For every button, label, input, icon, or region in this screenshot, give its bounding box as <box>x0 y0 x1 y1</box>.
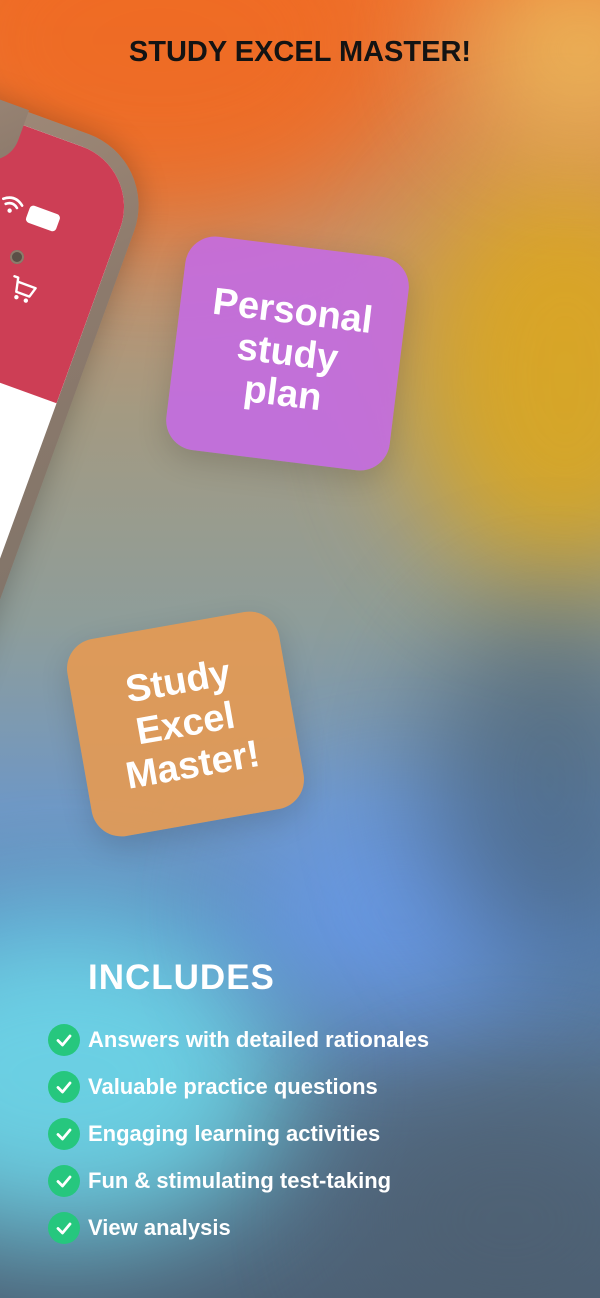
list-item: Fun & stimulating test-taking <box>48 1157 588 1204</box>
feature-text: Fun & stimulating test-taking <box>88 1167 392 1193</box>
check-icon <box>48 1023 80 1056</box>
camera-dot <box>10 250 24 264</box>
wifi-icon <box>0 192 26 217</box>
list-item: View analysis <box>48 1204 588 1251</box>
feature-text: View analysis <box>88 1214 231 1240</box>
battery-icon <box>24 204 62 233</box>
list-item: Answers with detailed rationales <box>48 1016 588 1063</box>
list-item: Engaging learning activities <box>48 1110 588 1157</box>
check-icon <box>48 1211 80 1244</box>
list-item: Valuable practice questions <box>48 1063 588 1110</box>
includes-section: INCLUDES Answers with detailed rationale… <box>48 958 588 1251</box>
includes-title: INCLUDES <box>88 958 275 997</box>
sticker-personal-study-plan: Personal study plan <box>162 233 413 474</box>
check-icon <box>48 1070 80 1103</box>
cart-icon[interactable] <box>3 271 41 309</box>
check-icon <box>48 1117 80 1150</box>
feature-text: Valuable practice questions <box>88 1073 378 1099</box>
feature-text: Engaging learning activities <box>88 1120 381 1146</box>
app-header <box>0 0 143 404</box>
feature-text: Answers with detailed rationales <box>88 1026 430 1052</box>
check-icon <box>48 1164 80 1197</box>
feature-list: Answers with detailed rationales Valuabl… <box>48 1016 588 1251</box>
sticker-study-excel-master: Study Excel Master! <box>62 606 309 842</box>
